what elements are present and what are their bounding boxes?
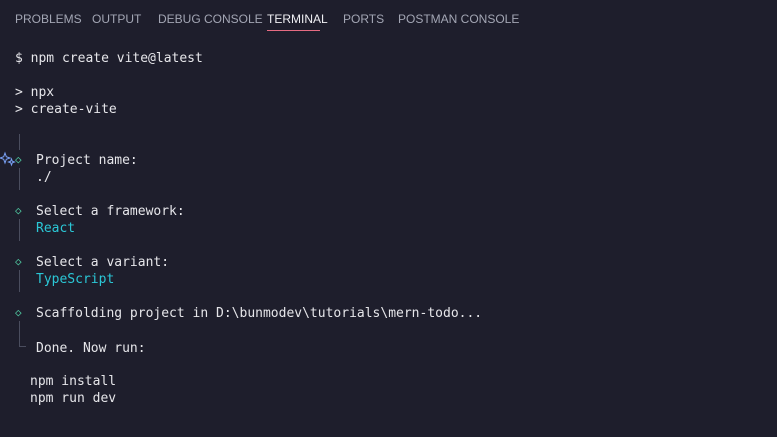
variant-label: Select a variant: bbox=[36, 255, 170, 270]
tab-terminal[interactable]: TERMINAL bbox=[267, 12, 328, 26]
next-step-dev: npm run dev bbox=[30, 391, 117, 406]
prompt-connector-end bbox=[19, 346, 26, 347]
tab-debug-console[interactable]: DEBUG CONSOLE bbox=[158, 12, 263, 26]
prompt-connector bbox=[19, 134, 20, 150]
framework-label: Select a framework: bbox=[36, 204, 185, 219]
sparkle-icon[interactable] bbox=[0, 151, 16, 167]
prompt-connector bbox=[19, 219, 20, 241]
npx-line: > npx bbox=[15, 85, 55, 100]
prompt-connector bbox=[19, 168, 20, 190]
prompt-connector bbox=[19, 270, 20, 292]
framework-value: React bbox=[36, 221, 76, 236]
panel-tab-bar: PROBLEMS OUTPUT DEBUG CONSOLE TERMINAL P… bbox=[0, 0, 777, 36]
create-vite-line: > create-vite bbox=[15, 102, 117, 117]
tab-ports[interactable]: PORTS bbox=[343, 12, 384, 26]
diamond-icon: ◇ bbox=[15, 204, 22, 217]
diamond-icon: ◇ bbox=[15, 255, 22, 268]
diamond-icon: ◇ bbox=[15, 306, 22, 319]
diamond-icon: ◇ bbox=[15, 153, 22, 166]
project-name-value: ./ bbox=[36, 170, 52, 185]
tab-problems[interactable]: PROBLEMS bbox=[15, 12, 82, 26]
prompt-connector bbox=[19, 321, 20, 346]
done-message: Done. Now run: bbox=[36, 341, 146, 356]
terminal-output[interactable]: $ npm create vite@latest > npx > create-… bbox=[0, 36, 777, 437]
variant-value: TypeScript bbox=[36, 272, 115, 287]
project-name-label: Project name: bbox=[36, 153, 138, 168]
scaffolding-message: Scaffolding project in D:\bunmodev\tutor… bbox=[36, 306, 483, 321]
tab-output[interactable]: OUTPUT bbox=[92, 12, 141, 26]
active-tab-indicator bbox=[267, 30, 320, 31]
command-line: $ npm create vite@latest bbox=[15, 51, 203, 66]
next-step-install: npm install bbox=[30, 374, 117, 389]
tab-postman-console[interactable]: POSTMAN CONSOLE bbox=[398, 12, 519, 26]
